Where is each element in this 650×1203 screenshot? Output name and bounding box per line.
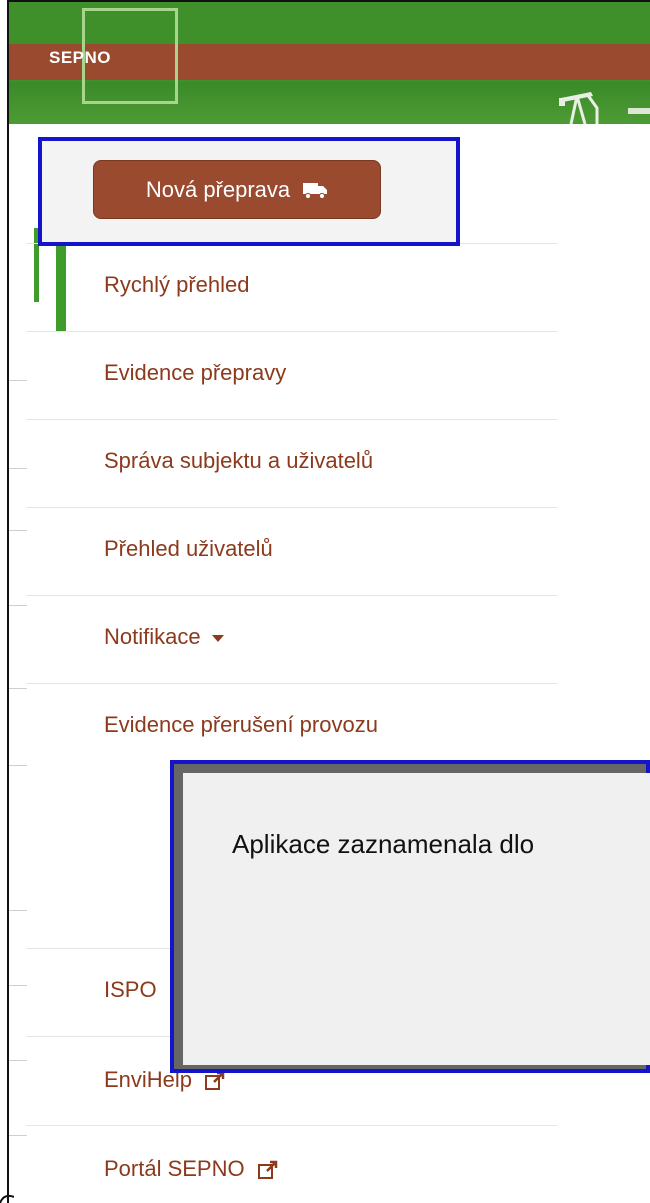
corner-mark [0,1194,14,1203]
sidebar-item-label: Portál SEPNO [104,1156,279,1182]
sidebar-item-label: ISPO [104,977,157,1002]
oil-pump-icon [559,92,599,124]
sidebar-item-label: Rychlý přehled [104,272,250,297]
new-transport-label: Nová přeprava [145,176,291,202]
external-link-icon [257,1160,277,1180]
dialog-box [183,773,650,1065]
sidebar-item-portal-sepno[interactable]: Portál SEPNO [26,1125,557,1203]
portal-label: Portál SEPNO [104,1156,245,1181]
divider-tick [9,468,27,469]
truck-icon [303,182,328,199]
logo[interactable]: SEPNO [49,48,111,68]
divider-tick [9,985,27,986]
dialog-message: Aplikace zaznamenala dlo [232,829,535,859]
sidebar-item-label: Evidence přerušení provozu [104,712,378,737]
sidebar-item-label: Přehled uživatelů [104,536,273,561]
notifikace-label: Notifikace [104,624,201,649]
header-banner: SEPNO [9,2,650,124]
sidebar-item-rychly-prehled[interactable]: Rychlý přehled [26,243,557,331]
sidebar-item-label: Správa subjektu a uživatelů [104,448,374,473]
sidebar-item-sprava-subjektu[interactable]: Správa subjektu a uživatelů [26,419,557,507]
divider-tick [9,1060,27,1061]
sidebar-item-prehled-uzivatelu[interactable]: Přehled uživatelů [26,507,557,595]
divider-tick [9,1135,27,1136]
new-transport-button[interactable]: Nová přeprava [93,160,381,219]
divider-tick [9,910,27,911]
divider-tick [9,605,27,606]
divider-tick [9,380,27,381]
divider-tick [9,530,27,531]
caret-down-icon [211,635,224,643]
divider-tick [9,765,27,766]
sidebar-item-evidence-preruseni[interactable]: Evidence přerušení provozu [26,683,557,771]
sidebar-item-label: Evidence přepravy [104,360,287,385]
divider-tick [9,688,27,689]
sidebar-item-evidence-prepravy[interactable]: Evidence přepravy [26,331,557,419]
external-link-icon [205,1071,225,1091]
sidebar-item-label: Notifikace [104,624,225,650]
banner-edge [628,108,650,114]
sidebar-item-notifikace[interactable]: Notifikace [26,595,557,683]
